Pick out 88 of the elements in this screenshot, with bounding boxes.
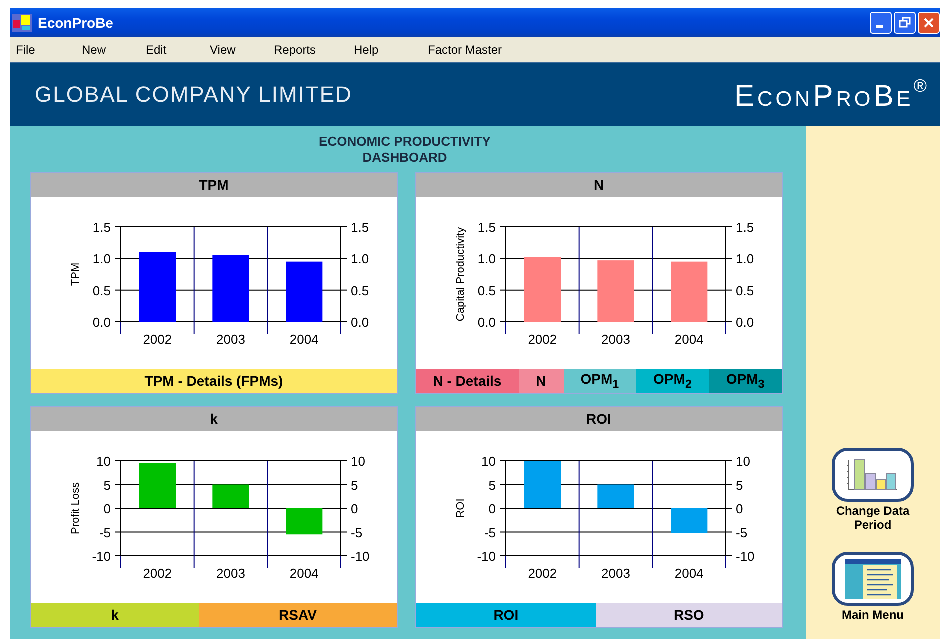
card-title: k	[31, 407, 397, 431]
details-button[interactable]: OPM$_{2}$	[636, 369, 710, 393]
menu-item[interactable]: Help	[348, 42, 422, 56]
axis-title: Capital Productivity	[455, 227, 467, 322]
tick-label: 10	[482, 454, 496, 469]
details-button[interactable]: k	[31, 603, 199, 627]
menu-item[interactable]: New	[76, 42, 140, 56]
tick-label: 10	[351, 454, 366, 469]
tick-label: 0	[736, 502, 744, 516]
side-button[interactable]	[832, 552, 914, 606]
minimize-button[interactable]	[870, 12, 892, 34]
tick-label: 1.5	[736, 220, 754, 235]
window-title: EconProBe	[38, 14, 114, 30]
close-button[interactable]	[918, 12, 940, 34]
tick-label: -5	[484, 525, 496, 540]
tick-label: -5	[351, 525, 363, 540]
menu-item[interactable]: Edit	[140, 42, 204, 56]
category-label: 2004	[290, 332, 319, 347]
card-title: TPM	[31, 173, 397, 197]
tick-label: 10	[96, 454, 111, 469]
tick-label: 0.0	[351, 315, 370, 330]
tick-label: 0.5	[351, 283, 370, 298]
category-label: 2002	[528, 332, 558, 347]
category-label: 2003	[216, 566, 246, 581]
category-label: 2004	[290, 566, 319, 581]
restore-icon	[899, 16, 911, 28]
tick-label: 1.5	[351, 220, 370, 235]
details-button[interactable]: OPM$_{1}$	[564, 369, 636, 393]
tick-label: 5	[736, 478, 744, 493]
axis-title: ROI	[455, 498, 467, 518]
details-button[interactable]: ROI	[416, 603, 596, 627]
tick-label: 5	[488, 478, 496, 493]
category-label: 2002	[143, 566, 172, 581]
category-label: 2004	[674, 332, 704, 347]
tick-label: 1.0	[478, 252, 496, 267]
details-button[interactable]: N	[518, 369, 564, 393]
tick-label: 0.0	[478, 315, 496, 330]
category-label: 2003	[216, 332, 246, 347]
tick-label: 0.0	[92, 315, 111, 330]
tick-label: -10	[351, 549, 370, 564]
axis-title: Profit Loss	[70, 482, 82, 534]
tick-label: -5	[736, 525, 748, 540]
dashboard-title: ECONOMIC PRODUCTIVITY DASHBOARD	[318, 133, 492, 167]
button-label: Change Data Period	[835, 504, 911, 532]
axis-title: TPM	[70, 262, 82, 286]
details-button[interactable]: OPM$_{3}$	[709, 369, 782, 393]
tick-label: 5	[351, 478, 358, 493]
details-button[interactable]: RSO	[596, 603, 782, 627]
tick-label: 0	[351, 502, 358, 516]
close-icon	[923, 16, 935, 28]
tick-label: -10	[92, 549, 111, 564]
tick-label: -5	[99, 525, 111, 540]
tick-label: 1.0	[351, 252, 370, 267]
tick-label: 1.0	[736, 252, 754, 267]
minimize-icon	[876, 25, 882, 28]
details-button[interactable]: TPM - Details (FPMs)	[31, 369, 397, 393]
tick-label: 0	[488, 502, 496, 516]
tick-label: 1.5	[478, 220, 496, 235]
category-label: 2003	[602, 332, 630, 347]
logo: EconProBe$^{®}$	[734, 76, 930, 114]
tick-label: 5	[104, 478, 111, 493]
tick-label: 0.5	[478, 283, 496, 298]
tick-label: -10	[736, 549, 755, 564]
menu-item[interactable]: File	[10, 42, 76, 56]
category-label: 2002	[528, 566, 558, 581]
category-label: 2003	[602, 566, 630, 581]
tick-label: 1.5	[92, 220, 111, 235]
category-label: 2002	[143, 332, 172, 347]
card-title: N	[416, 173, 782, 197]
card-title: ROI	[416, 407, 782, 431]
tick-label: 10	[736, 454, 750, 469]
tick-label: -10	[477, 549, 496, 564]
tick-label: 1.0	[92, 252, 111, 267]
details-button[interactable]: N - Details	[416, 369, 519, 393]
tick-label: 0.5	[92, 283, 111, 298]
menu-item[interactable]: View	[204, 42, 268, 56]
restore-button[interactable]	[894, 12, 916, 34]
tick-label: 0.5	[736, 283, 754, 298]
tick-label: 0	[104, 502, 111, 516]
side-button[interactable]	[832, 448, 914, 502]
tick-label: 0.0	[736, 315, 754, 330]
menu-item[interactable]: Reports	[268, 42, 348, 56]
details-button[interactable]: RSAV	[198, 603, 397, 627]
app-icon	[12, 14, 32, 32]
button-label: Main Menu	[841, 608, 905, 622]
company-name: GLOBAL COMPANY LIMITED	[35, 82, 352, 108]
menu-item[interactable]: Factor Master	[422, 42, 502, 56]
category-label: 2004	[674, 566, 704, 581]
